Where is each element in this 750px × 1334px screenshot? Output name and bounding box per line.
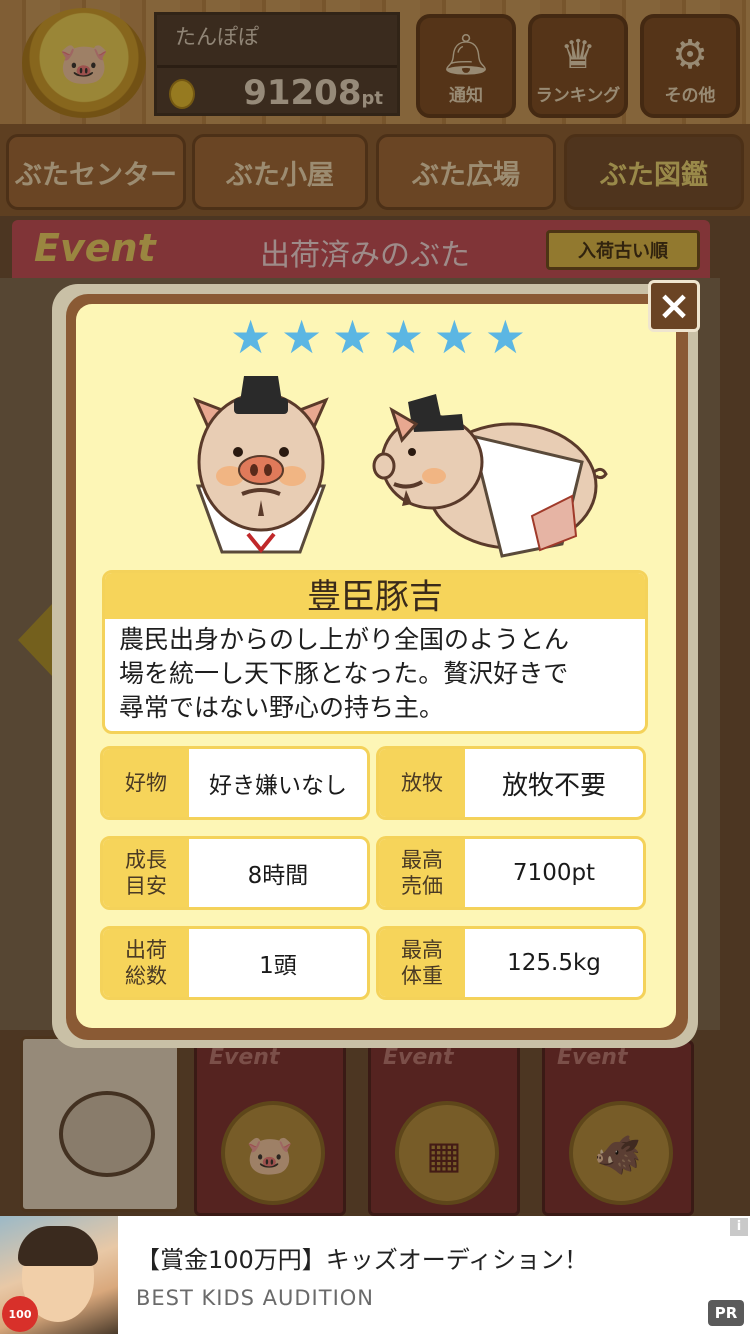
prize-badge: 100: [2, 1296, 38, 1332]
pig-side-portrait: [372, 394, 608, 558]
stat-value: 1頭: [259, 953, 297, 979]
stat-value: 好き嫌いなし: [209, 773, 347, 799]
pig-name: 豊臣豚吉: [105, 573, 645, 619]
stat-label: 最高 売価: [379, 839, 465, 907]
ad-banner[interactable]: 100 【賞金100万円】キッズオーディション！ BEST KIDS AUDIT…: [0, 1216, 750, 1334]
rarity-stars: ★ ★ ★ ★ ★ ★: [230, 312, 526, 362]
stat-value: 8時間: [247, 863, 309, 889]
stat-max-price: 最高 売価 7100pt: [376, 836, 646, 910]
ad-info-icon[interactable]: i: [730, 1218, 748, 1236]
ad-pr-badge: PR: [708, 1300, 744, 1326]
stat-favorite-food: 好物 好き嫌いなし: [100, 746, 370, 820]
child-hair-image: [18, 1226, 98, 1266]
stat-label: 成長 目安: [103, 839, 189, 907]
description-line: 農民出身からのし上がり全国のようとん: [119, 625, 570, 654]
ad-subtitle: BEST KIDS AUDITION: [136, 1286, 375, 1310]
stat-pasture: 放牧 放牧不要: [376, 746, 646, 820]
description-line: 尋常ではない野心の持ち主。: [119, 693, 445, 722]
close-button[interactable]: ×: [648, 280, 700, 332]
stat-label: 好物: [103, 749, 189, 817]
stat-label: 出荷 総数: [103, 929, 189, 997]
rarity-star-icon: ★: [280, 310, 323, 364]
pig-info-box: 豊臣豚吉 農民出身からのし上がり全国のようとん 場を統一し天下豚となった。贅沢好…: [102, 570, 648, 734]
ad-title[interactable]: 【賞金100万円】キッズオーディション！: [136, 1240, 588, 1275]
pig-front-portrait: [193, 376, 329, 554]
rarity-star-icon: ★: [230, 310, 272, 364]
pig-description: 農民出身からのし上がり全国のようとん 場を統一し天下豚となった。贅沢好きで 尋常…: [105, 619, 645, 729]
rarity-star-icon: ★: [331, 310, 374, 364]
stat-max-weight: 最高 体重 125.5kg: [376, 926, 646, 1000]
ad-photo: 100: [0, 1216, 118, 1334]
stat-value: 125.5kg: [507, 950, 601, 976]
stat-label: 放牧: [379, 749, 465, 817]
stat-value: 放牧不要: [501, 770, 606, 801]
rarity-star-icon: ★: [382, 310, 425, 364]
rarity-star-icon: ★: [484, 310, 526, 364]
stat-growth-time: 成長 目安 8時間: [100, 836, 370, 910]
stat-shipped-total: 出荷 総数 1頭: [100, 926, 370, 1000]
stat-label: 最高 体重: [379, 929, 465, 997]
rarity-star-icon: ★: [433, 310, 475, 364]
description-line: 場を統一し天下豚となった。贅沢好きで: [119, 659, 569, 688]
stat-value: 7100pt: [512, 860, 596, 886]
